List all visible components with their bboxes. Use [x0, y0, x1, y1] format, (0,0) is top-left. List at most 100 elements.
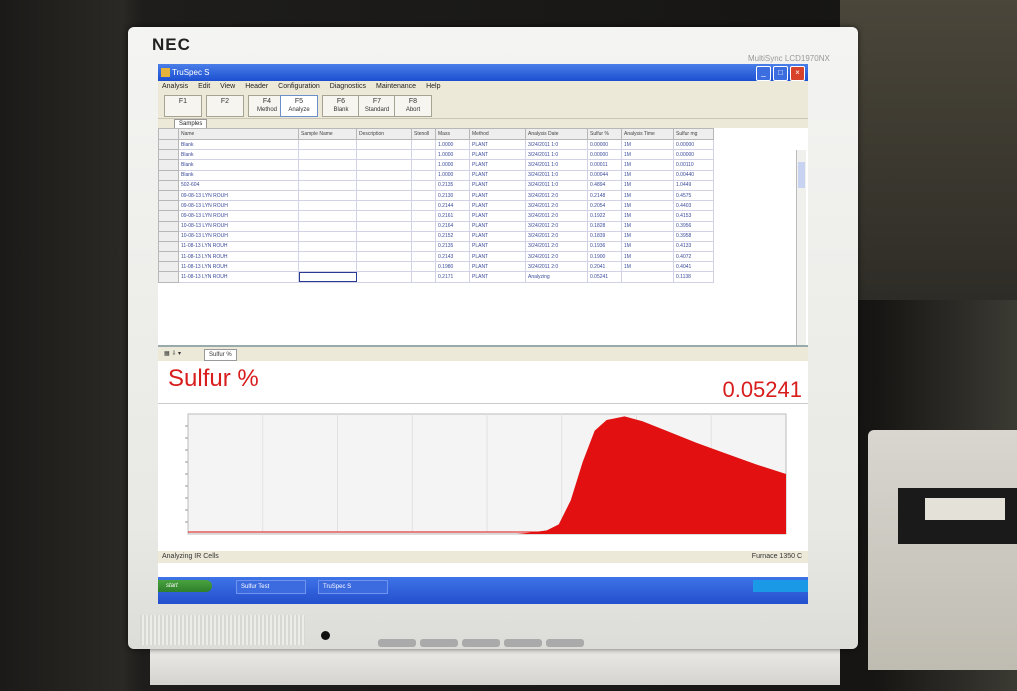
table-cell[interactable]	[411, 189, 436, 202]
panel-tools-icon[interactable]: ▦ ⇩ ▾	[164, 347, 181, 361]
monitor-button[interactable]	[546, 639, 584, 647]
table-cell[interactable]: 1M	[621, 179, 674, 191]
row-header[interactable]	[158, 189, 179, 202]
table-cell[interactable]: 3/24/2011 2:0	[525, 210, 588, 222]
table-cell[interactable]: 3/24/2011 2:0	[525, 261, 588, 273]
menu-item[interactable]: Analysis	[162, 81, 188, 92]
table-cell[interactable]	[356, 251, 412, 263]
menu-item[interactable]: Configuration	[278, 81, 320, 92]
table-cell[interactable]: Blank	[178, 159, 299, 171]
maximize-icon[interactable]: □	[773, 66, 788, 81]
table-cell[interactable]: 0.00000	[673, 138, 714, 151]
table-row[interactable]: 11-08-13 LYN ROUH 0.1980 PLANT 3/24/2011 2:…	[158, 261, 714, 273]
table-cell[interactable]: 0.4041	[673, 261, 714, 273]
row-header[interactable]	[158, 220, 179, 232]
monitor-button[interactable]	[420, 639, 458, 647]
table-row[interactable]: Blank 1.0000 PLANT 3/24/2011 1:0 0.00000 1M 0.…	[158, 138, 714, 151]
table-cell[interactable]: 0.2041	[587, 261, 622, 273]
row-header[interactable]	[158, 210, 179, 222]
row-header[interactable]	[158, 230, 179, 242]
toolbar-button[interactable]: F5 Analyze	[280, 95, 318, 117]
table-cell[interactable]: 1M	[621, 210, 674, 222]
table-cell[interactable]	[298, 261, 357, 273]
table-cell[interactable]: 502-604	[178, 179, 299, 191]
table-cell[interactable]: 0.00000	[587, 149, 622, 161]
table-cell[interactable]	[356, 200, 412, 212]
column-header[interactable]: Analysis Time	[621, 128, 674, 140]
table-cell[interactable]: 09-08-13 LYN ROUH	[178, 189, 299, 202]
table-cell[interactable]: 0.00044	[587, 169, 622, 181]
table-cell[interactable]: 1.0000	[435, 149, 470, 161]
table-cell[interactable]	[298, 210, 357, 222]
row-header[interactable]	[158, 271, 179, 283]
table-cell[interactable]	[356, 271, 412, 283]
table-cell[interactable]: 0.00011	[587, 159, 622, 171]
table-cell[interactable]: 0.00440	[673, 169, 714, 181]
row-header[interactable]	[158, 149, 179, 161]
table-cell[interactable]: 09-08-13 LYN ROUH	[178, 200, 299, 212]
table-cell[interactable]	[411, 210, 436, 222]
menu-item[interactable]: Help	[426, 81, 440, 92]
table-cell[interactable]: 1M	[621, 138, 674, 151]
table-cell[interactable]: 0.05241	[587, 271, 622, 283]
table-cell[interactable]: 0.2135	[435, 240, 470, 253]
table-cell[interactable]	[356, 159, 412, 171]
table-row[interactable]: 09-08-13 LYN ROUH 0.2144 PLANT 3/24/2011 2:…	[158, 200, 714, 212]
table-cell[interactable]	[356, 179, 412, 191]
menu-item[interactable]: Diagnostics	[330, 81, 366, 92]
table-cell[interactable]	[411, 220, 436, 232]
table-cell[interactable]: 0.1922	[587, 210, 622, 222]
table-row[interactable]: 09-08-13 LYN ROUH 0.2161 PLANT 3/24/2011 2:…	[158, 210, 714, 222]
table-row[interactable]: Blank 1.0000 PLANT 3/24/2011 1:0 0.00000 1M 0.…	[158, 149, 714, 161]
table-row[interactable]: 11-08-13 LYN ROUH 0.2135 PLANT 3/24/2011 2:…	[158, 240, 714, 253]
table-cell[interactable]: 0.4575	[673, 189, 714, 202]
row-header[interactable]	[158, 200, 179, 212]
table-cell[interactable]: 1M	[621, 230, 674, 242]
window-titlebar[interactable]: TruSpec S _ □ ×	[158, 64, 808, 81]
row-header[interactable]	[158, 169, 179, 181]
table-cell[interactable]: 0.2135	[435, 179, 470, 191]
monitor-button[interactable]	[378, 639, 416, 647]
table-cell[interactable]: Blank	[178, 138, 299, 151]
table-cell[interactable]: 3/24/2011 2:0	[525, 189, 588, 202]
table-cell[interactable]	[356, 261, 412, 273]
menu-item[interactable]: Edit	[198, 81, 210, 92]
table-cell[interactable]: PLANT	[469, 220, 526, 232]
column-header[interactable]: Sample Name	[298, 128, 357, 140]
table-cell[interactable]	[411, 200, 436, 212]
table-cell[interactable]: 11-08-13 LYN ROUH	[178, 251, 299, 263]
table-cell[interactable]: 0.4153	[673, 210, 714, 222]
table-cell[interactable]: 0.00000	[673, 149, 714, 161]
table-cell[interactable]	[356, 189, 412, 202]
table-cell[interactable]	[621, 271, 674, 283]
table-cell[interactable]: 09-08-13 LYN ROUH	[178, 210, 299, 222]
table-cell[interactable]: 0.00000	[587, 138, 622, 151]
column-header[interactable]: Method	[469, 128, 526, 140]
table-cell[interactable]: 0.1828	[587, 220, 622, 232]
table-cell[interactable]	[411, 230, 436, 242]
close-icon[interactable]: ×	[790, 66, 805, 81]
table-row[interactable]: 10-08-13 LYN ROUH 0.2164 PLANT 3/24/2011 2:…	[158, 220, 714, 232]
table-cell[interactable]: 0.1138	[673, 271, 714, 283]
table-cell[interactable]	[411, 138, 436, 151]
table-cell[interactable]	[298, 230, 357, 242]
table-cell[interactable]: 0.2161	[435, 210, 470, 222]
table-cell[interactable]	[411, 179, 436, 191]
table-cell[interactable]: PLANT	[469, 169, 526, 181]
table-row[interactable]: 11-08-13 LYN ROUH 0.2143 PLANT 3/24/2011 2:…	[158, 251, 714, 263]
toolbar-button[interactable]: F6 Blank	[322, 95, 360, 117]
table-cell[interactable]: 3/24/2011 1:0	[525, 179, 588, 191]
table-cell[interactable]: 3/24/2011 2:0	[525, 230, 588, 242]
grid-scrollbar[interactable]	[796, 150, 806, 345]
table-cell[interactable]: 11-08-13 LYN ROUH	[178, 271, 299, 283]
table-cell[interactable]: 1M	[621, 159, 674, 171]
row-header[interactable]	[158, 261, 179, 273]
power-button[interactable]	[321, 631, 330, 640]
table-cell[interactable]: 0.1936	[587, 240, 622, 253]
table-cell[interactable]: PLANT	[469, 271, 526, 283]
taskbar-item[interactable]: TruSpec S	[318, 580, 388, 594]
table-cell[interactable]: PLANT	[469, 189, 526, 202]
table-cell[interactable]: 1.0000	[435, 138, 470, 151]
table-cell[interactable]: PLANT	[469, 230, 526, 242]
table-cell[interactable]	[356, 210, 412, 222]
